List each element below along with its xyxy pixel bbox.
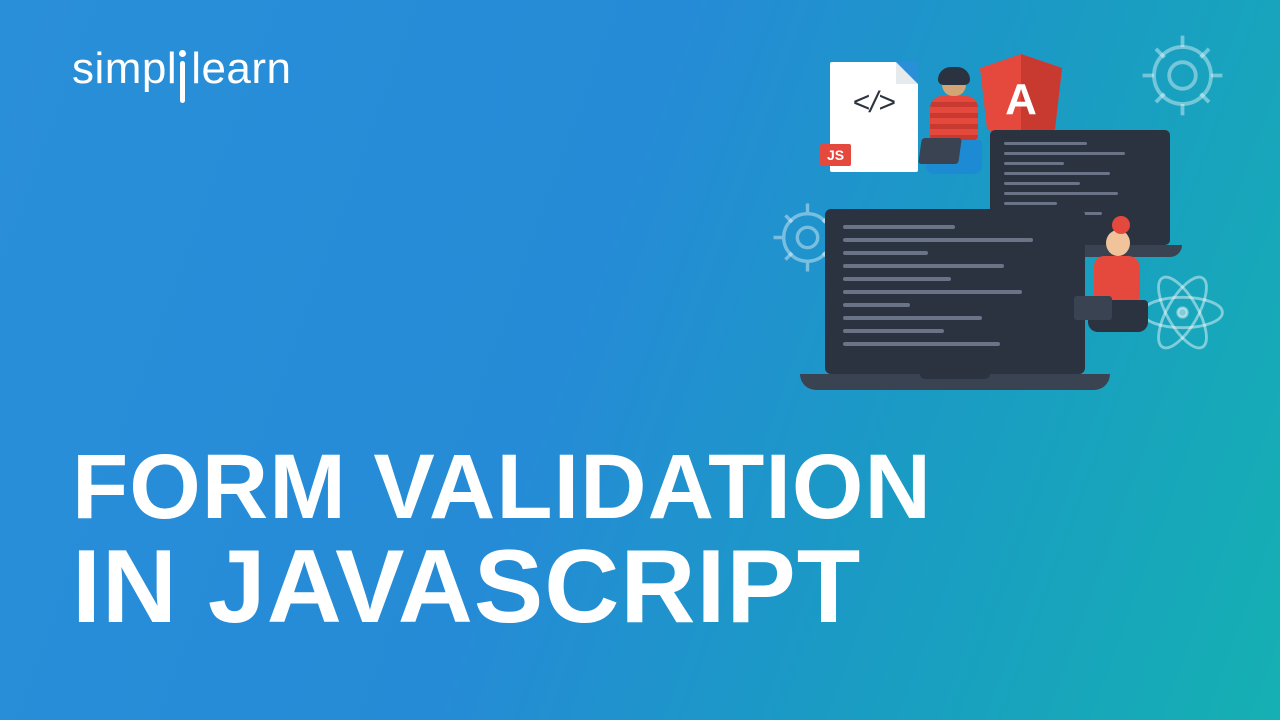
code-bracket-icon: </> — [852, 86, 895, 120]
brand-logo: simpl learn — [72, 44, 292, 94]
brand-name-part2: learn — [191, 44, 291, 93]
laptop-large — [800, 209, 1110, 390]
headline-line-1: Form Validation — [72, 441, 932, 533]
code-file-icon: </> JS — [830, 62, 918, 172]
brand-name-part1: simpl — [72, 44, 177, 93]
js-badge: JS — [820, 144, 851, 166]
gear-icon — [1135, 28, 1230, 123]
mini-laptop-icon — [918, 138, 962, 164]
headline: Form Validation In JavaScript — [72, 441, 932, 642]
hero-illustration: </> JS A — [710, 20, 1240, 400]
headline-line-2: In JavaScript — [72, 533, 932, 642]
shield-letter: A — [1005, 75, 1037, 124]
brand-dot-i — [177, 44, 191, 94]
person-sitting-bottom — [1074, 224, 1160, 384]
mini-laptop-icon — [1074, 296, 1112, 320]
